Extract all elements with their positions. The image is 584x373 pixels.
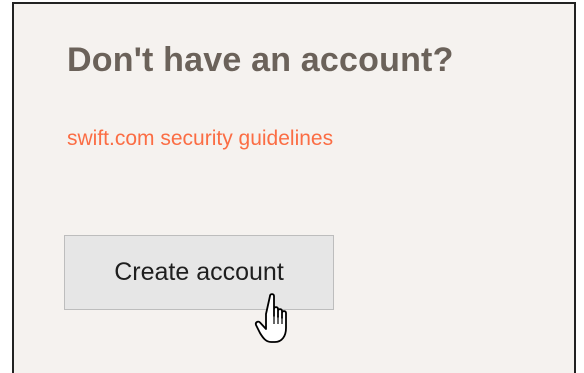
hand-pointer-icon: [254, 293, 287, 343]
security-guidelines-link[interactable]: swift.com security guidelines: [67, 127, 333, 151]
panel-title: Don't have an account?: [67, 41, 454, 79]
